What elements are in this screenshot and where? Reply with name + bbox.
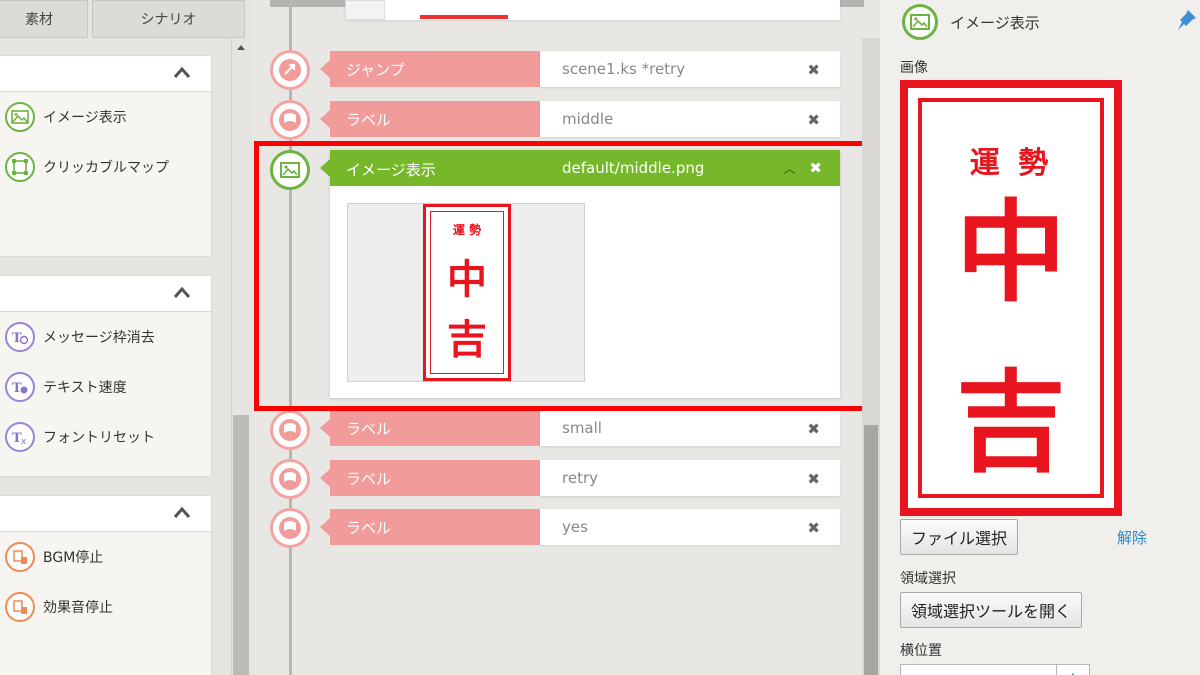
horizontal-position-spinner[interactable] [1056,665,1088,675]
se-stop-icon [5,592,35,622]
fortune-slip-large: 運 勢 中 吉 [900,80,1122,516]
row-value: scene1.ks *retry ✖ [540,51,840,87]
row-value-text: retry [562,469,598,487]
fortune-char2: 吉 [956,358,1066,487]
component-group-audio: BGM停止 効果音停止 [0,495,212,675]
row-value: yes ✖ [540,509,840,545]
pin-icon[interactable] [1176,8,1198,32]
flag-icon [279,517,301,539]
component-label: メッセージ枠消去 [43,330,155,346]
timeline-node-label[interactable] [270,100,310,140]
component-group-text: T メッセージ枠消去 T テキスト速度 Tx フォントリセット [0,275,212,477]
group-header[interactable] [0,56,211,92]
jump-icon [279,59,301,81]
delete-icon[interactable]: ✖ [807,519,820,537]
delete-icon[interactable]: ✖ [807,111,820,129]
bgm-stop-icon [5,542,35,572]
highlight-frame [254,141,885,411]
timeline-row-label-small[interactable]: ラベル small ✖ [320,410,840,446]
component-text-speed[interactable]: T テキスト速度 [5,372,127,402]
fortune-char1: 中 [956,188,1066,317]
left-scrollbar-thumb[interactable] [233,415,249,675]
flag-icon [279,419,301,441]
chevron-up-icon[interactable] [173,284,191,302]
timeline-node-label[interactable] [270,410,310,450]
text-hide-icon: T [5,322,35,352]
row-label: ラベル [320,509,540,545]
component-label: クリッカブルマップ [43,160,169,176]
component-message-hide[interactable]: T メッセージ枠消去 [5,322,155,352]
delete-icon[interactable]: ✖ [807,470,820,488]
fortune-header: 運 勢 [969,146,1053,181]
spin-up-icon[interactable] [1057,670,1089,675]
svg-text:x: x [21,437,27,445]
row-value-text: middle [562,110,614,128]
row-value: retry ✖ [540,460,840,496]
left-panel: 素材 シナリオ イメージ表示 クリッカブルマップ T メッセージ枠消去 T テキ… [0,0,252,675]
unset-link[interactable]: 解除 [1117,527,1147,548]
row-label: ジャンプ [320,51,540,87]
group-header[interactable] [0,496,211,532]
row-value-text: scene1.ks *retry [562,60,686,78]
panel-title: イメージ表示 [950,14,1040,32]
delete-icon[interactable]: ✖ [807,61,820,79]
row-label: ラベル [320,460,540,496]
image-icon [902,4,938,40]
component-label: BGM停止 [43,550,104,566]
chevron-up-icon[interactable] [173,64,191,82]
image-label: 画像 [900,60,928,76]
file-select-button[interactable]: ファイル選択 [900,519,1019,555]
row-value: small ✖ [540,410,840,446]
timeline-node-jump[interactable] [270,50,310,90]
flag-icon [279,468,301,490]
timeline-node-label[interactable] [270,459,310,499]
component-bgm-stop[interactable]: BGM停止 [5,542,103,572]
component-label: 効果音停止 [43,600,113,616]
horizontal-position-label: 横位置 [900,643,942,659]
component-label: フォントリセット [43,430,155,446]
timeline-row-label-middle[interactable]: ラベル middle ✖ [320,101,840,137]
group-header[interactable] [0,276,211,312]
tab-material[interactable]: 素材 [0,0,88,38]
timeline-row-label-yes[interactable]: ラベル yes ✖ [320,509,840,545]
image-preview: 運 勢 中 吉 [900,80,1122,516]
area-select-label: 領域選択 [900,571,956,587]
tab-scenario[interactable]: シナリオ [92,0,245,38]
flag-icon [279,109,301,131]
row-label: ラベル [320,101,540,137]
timeline-row-jump[interactable]: ジャンプ scene1.ks *retry ✖ [320,51,840,87]
scroll-up-arrow-icon[interactable] [232,41,250,53]
row-label: ラベル [320,410,540,446]
row-value-text: yes [562,518,588,536]
delete-icon[interactable]: ✖ [807,420,820,438]
component-font-reset[interactable]: Tx フォントリセット [5,422,155,452]
component-image-show[interactable]: イメージ表示 [5,102,127,132]
image-icon [5,102,35,132]
font-reset-icon: Tx [5,422,35,452]
editor-scrollbar-thumb[interactable] [864,425,878,675]
partial-card [345,0,840,20]
chevron-up-icon[interactable] [173,504,191,522]
map-icon [5,152,35,182]
timeline-node-label[interactable] [270,508,310,548]
component-group-image: イメージ表示 クリッカブルマップ [0,55,212,257]
row-value-text: small [562,419,602,437]
timeline-row-label-retry[interactable]: ラベル retry ✖ [320,460,840,496]
row-value: middle ✖ [540,101,840,137]
component-se-stop[interactable]: 効果音停止 [5,592,113,622]
component-label: テキスト速度 [43,380,127,396]
area-select-button[interactable]: 領域選択ツールを開く [900,592,1083,628]
svg-text:T: T [12,381,22,395]
text-speed-icon: T [5,372,35,402]
component-label: イメージ表示 [43,110,127,126]
component-clickable-map[interactable]: クリッカブルマップ [5,152,169,182]
